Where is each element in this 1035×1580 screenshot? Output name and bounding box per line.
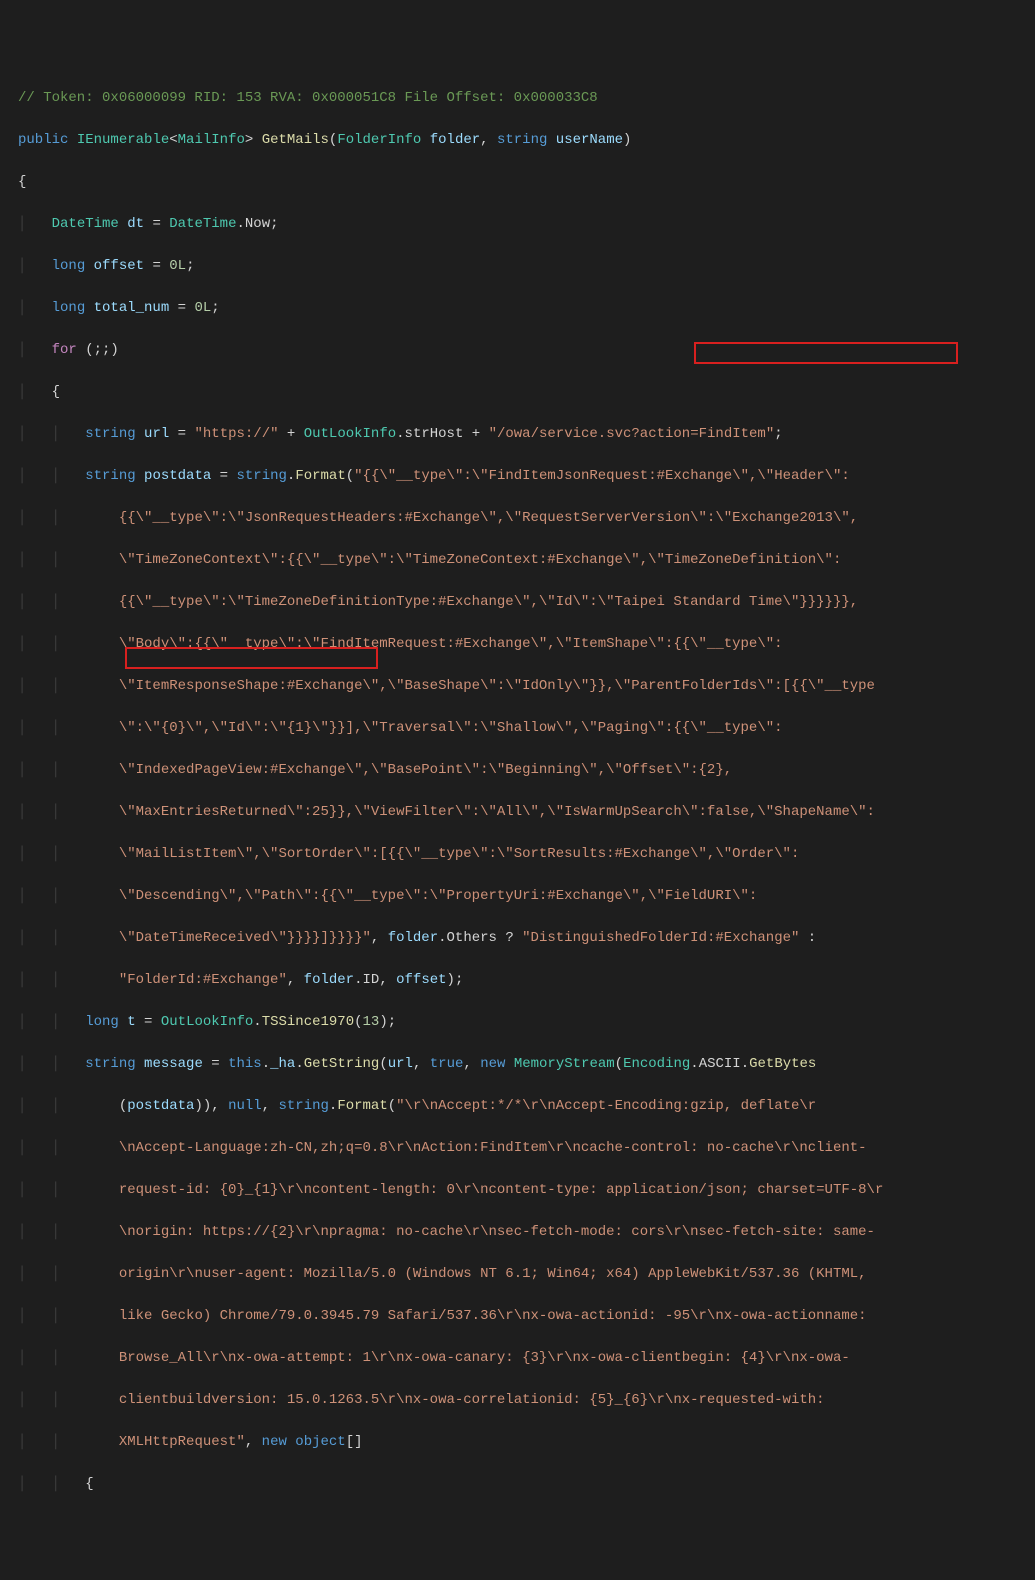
message-cont: │ │ Browse_All\r\nx-owa-attempt: 1\r\nx-… bbox=[18, 1348, 1035, 1369]
postdata-cont: │ │ \"IndexedPageView:#Exchange\",\"Base… bbox=[18, 760, 1035, 781]
message-cont: │ │ origin\r\nuser-agent: Mozilla/5.0 (W… bbox=[18, 1264, 1035, 1285]
postdata-cont: │ │ \"Body\":{{\"__type\":\"FindItemRequ… bbox=[18, 634, 1035, 655]
postdata-cont-highlighted: │ │ {{\"__type\":\"TimeZoneDefinitionTyp… bbox=[18, 592, 1035, 613]
postdata-cont: │ │ \"MaxEntriesReturned\":25}},\"ViewFi… bbox=[18, 802, 1035, 823]
for-loop: │ for (;;) bbox=[18, 340, 1035, 361]
decl-message: │ │ string message = this._ha.GetString(… bbox=[18, 1054, 1035, 1075]
postdata-cont: │ │ "FolderId:#Exchange", folder.ID, off… bbox=[18, 970, 1035, 991]
code-editor: // Token: 0x06000099 RID: 153 RVA: 0x000… bbox=[18, 67, 1035, 1558]
message-cont-highlighted: │ │ \nAccept-Language:zh-CN,zh;q=0.8\r\n… bbox=[18, 1138, 1035, 1159]
postdata-cont: │ │ \":\"{0}\",\"Id\":\"{1}\"}}],\"Trave… bbox=[18, 718, 1035, 739]
postdata-cont: │ │ \"TimeZoneContext\":{{\"__type\":\"T… bbox=[18, 550, 1035, 571]
for-open-brace: │ { bbox=[18, 382, 1035, 403]
postdata-cont: │ │ \"MailListItem\",\"SortOrder\":[{{\"… bbox=[18, 844, 1035, 865]
message-cont: │ │ XMLHttpRequest", new object[] bbox=[18, 1432, 1035, 1453]
message-cont: │ │ (postdata)), null, string.Format("\r… bbox=[18, 1096, 1035, 1117]
message-cont: │ │ request-id: {0}_{1}\r\ncontent-lengt… bbox=[18, 1180, 1035, 1201]
comment-line: // Token: 0x06000099 RID: 153 RVA: 0x000… bbox=[18, 88, 1035, 109]
decl-url: │ │ string url = "https://" + OutLookInf… bbox=[18, 424, 1035, 445]
decl-offset: │ long offset = 0L; bbox=[18, 256, 1035, 277]
decl-t: │ │ long t = OutLookInfo.TSSince1970(13)… bbox=[18, 1012, 1035, 1033]
message-cont: │ │ clientbuildversion: 15.0.1263.5\r\nx… bbox=[18, 1390, 1035, 1411]
message-cont: │ │ like Gecko) Chrome/79.0.3945.79 Safa… bbox=[18, 1306, 1035, 1327]
message-cont: │ │ \norigin: https://{2}\r\npragma: no-… bbox=[18, 1222, 1035, 1243]
postdata-cont: │ │ \"Descending\",\"Path\":{{\"__type\"… bbox=[18, 886, 1035, 907]
decl-postdata: │ │ string postdata = string.Format("{{\… bbox=[18, 466, 1035, 487]
method-signature: public IEnumerable<MailInfo> GetMails(Fo… bbox=[18, 130, 1035, 151]
inner-open-brace: │ │ { bbox=[18, 1474, 1035, 1495]
postdata-cont: │ │ \"DateTimeReceived\"}}}}]}}}}", fold… bbox=[18, 928, 1035, 949]
open-brace: { bbox=[18, 172, 1035, 193]
decl-dt: │ DateTime dt = DateTime.Now; bbox=[18, 214, 1035, 235]
decl-totalnum: │ long total_num = 0L; bbox=[18, 298, 1035, 319]
postdata-cont: │ │ \"ItemResponseShape:#Exchange\",\"Ba… bbox=[18, 676, 1035, 697]
postdata-cont: │ │ {{\"__type\":\"JsonRequestHeaders:#E… bbox=[18, 508, 1035, 529]
